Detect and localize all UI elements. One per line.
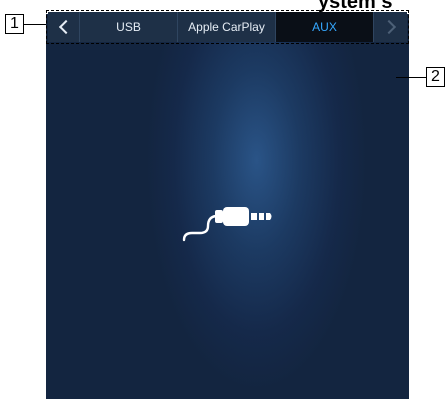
aux-cable-plug-icon [182, 207, 272, 242]
callout-1-leader [24, 24, 46, 25]
callout-1: 1 [5, 14, 24, 34]
aux-screen [46, 14, 409, 399]
callout-1-frame [46, 10, 409, 44]
callout-2-leader [396, 77, 426, 78]
callout-2: 2 [426, 67, 445, 87]
